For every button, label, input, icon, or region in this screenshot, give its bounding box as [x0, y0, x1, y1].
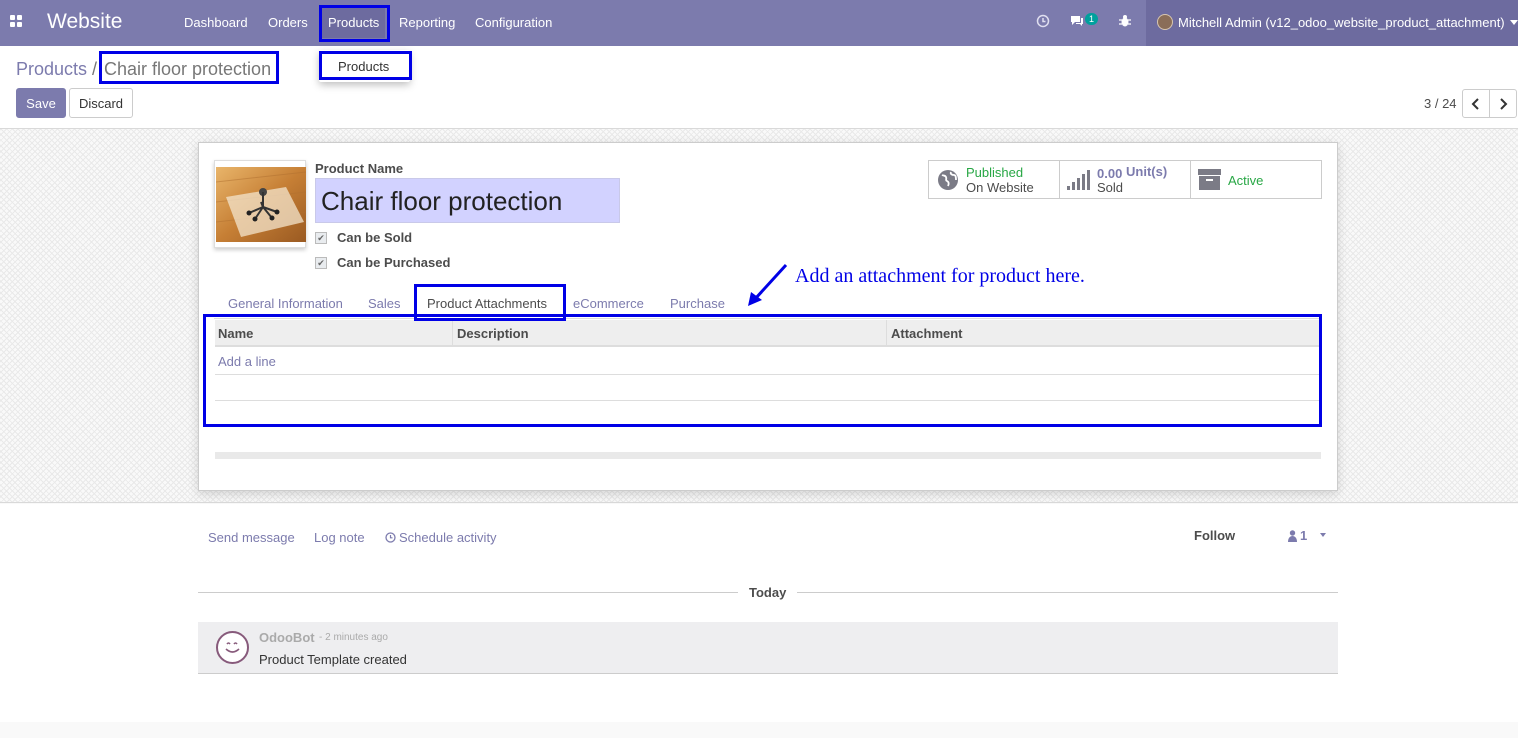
active-stat-button[interactable]: Active: [1190, 160, 1322, 199]
apps-grid-icon[interactable]: [10, 15, 24, 29]
breadcrumb-current: Chair floor protection: [104, 59, 272, 79]
chair-mat-picture: [216, 167, 306, 242]
annotation-text: Add an attachment for product here.: [795, 265, 1085, 287]
clock-icon[interactable]: [1036, 14, 1050, 31]
sold-quantity: 0.00: [1097, 166, 1123, 181]
published-stat-button[interactable]: Published On Website: [928, 160, 1060, 199]
follow-button[interactable]: Follow: [1194, 528, 1235, 543]
chat-icon[interactable]: [1069, 14, 1085, 31]
menu-orders[interactable]: Orders: [268, 15, 308, 30]
published-status: Published: [966, 165, 1024, 180]
can-be-sold-checkbox[interactable]: ✔: [315, 232, 327, 244]
column-description[interactable]: Description: [457, 326, 529, 341]
add-line-link[interactable]: Add a line: [218, 354, 276, 369]
table-footer: [215, 452, 1321, 459]
column-divider: [886, 320, 887, 347]
followers-count[interactable]: 1: [1300, 528, 1307, 543]
sold-label: Sold: [1097, 180, 1124, 195]
column-attachment[interactable]: Attachment: [891, 326, 963, 341]
table-row: [215, 349, 1319, 375]
tab-general-information[interactable]: General Information: [228, 296, 343, 311]
tab-sales[interactable]: Sales: [368, 296, 401, 311]
product-name-input[interactable]: Chair floor protection: [315, 178, 620, 223]
can-be-purchased-checkbox[interactable]: ✔: [315, 257, 327, 269]
date-divider-right: [797, 592, 1338, 593]
log-note-button[interactable]: Log note: [314, 530, 365, 545]
chevron-left-icon: [1471, 97, 1479, 110]
schedule-activity-button[interactable]: Schedule activity: [399, 530, 497, 545]
chat-badge: 1: [1085, 13, 1099, 25]
pager-next-button[interactable]: [1489, 89, 1517, 118]
date-divider-left: [198, 592, 738, 593]
app-title: Website: [47, 10, 123, 33]
date-separator: Today: [749, 585, 787, 600]
sold-unit: Unit(s): [1126, 164, 1168, 179]
breadcrumb-separator: /: [92, 59, 98, 79]
message-body: Product Template created: [259, 652, 407, 667]
smiley-icon: [220, 635, 245, 660]
discard-button[interactable]: Discard: [69, 88, 133, 118]
globe-icon: [938, 170, 958, 190]
send-message-button[interactable]: Send message: [208, 530, 295, 545]
tab-purchase[interactable]: Purchase: [670, 296, 725, 311]
column-name[interactable]: Name: [218, 326, 253, 341]
chevron-right-icon: [1500, 97, 1508, 110]
product-image[interactable]: [214, 160, 306, 248]
pager-previous-button[interactable]: [1462, 89, 1490, 118]
menu-reporting[interactable]: Reporting: [399, 15, 455, 30]
user-icon: [1288, 530, 1297, 542]
signal-bars-icon: [1067, 170, 1090, 190]
page-bottom: [0, 722, 1518, 738]
user-avatar: [1157, 14, 1173, 30]
menu-dashboard[interactable]: Dashboard: [184, 15, 248, 30]
pager-value: 3 / 24: [1424, 96, 1457, 111]
followers-caret-icon[interactable]: [1320, 533, 1326, 537]
table-row: [215, 401, 1319, 423]
annotation-arrow: [748, 263, 788, 306]
column-divider: [452, 320, 453, 347]
message-date: - 2 minutes ago: [319, 632, 388, 643]
archive-icon: [1198, 169, 1221, 190]
tab-product-attachments[interactable]: Product Attachments: [427, 296, 547, 311]
can-be-purchased-label: Can be Purchased: [337, 255, 451, 270]
product-name-label: Product Name: [315, 161, 404, 176]
chevron-down-icon[interactable]: [1510, 20, 1518, 25]
tab-ecommerce[interactable]: eCommerce: [573, 296, 644, 311]
odoobot-avatar[interactable]: [216, 631, 249, 664]
bug-icon[interactable]: [1118, 14, 1132, 31]
products-dropdown-menu: Products: [319, 50, 410, 82]
menu-products[interactable]: Products: [322, 7, 386, 38]
table-row: [215, 375, 1319, 401]
menu-configuration[interactable]: Configuration: [475, 15, 552, 30]
can-be-sold-label: Can be Sold: [337, 230, 413, 245]
attachments-table-header: Name Description Attachment: [215, 320, 1319, 347]
user-name[interactable]: Mitchell Admin (v12_odoo_website_product…: [1178, 15, 1505, 30]
tabs-underline: [214, 318, 1321, 319]
top-navbar: Website Dashboard Orders Products Report…: [0, 0, 1518, 46]
published-sublabel: On Website: [966, 180, 1034, 195]
clock-icon: [385, 532, 396, 543]
save-button[interactable]: Save: [16, 88, 66, 118]
breadcrumb-products[interactable]: Products: [16, 59, 87, 80]
active-status: Active: [1228, 173, 1264, 188]
message-author[interactable]: OdooBot: [259, 630, 315, 645]
dropdown-item-products[interactable]: Products: [338, 59, 389, 74]
sold-stat-button[interactable]: 0.00 Unit(s) Sold: [1059, 160, 1191, 199]
